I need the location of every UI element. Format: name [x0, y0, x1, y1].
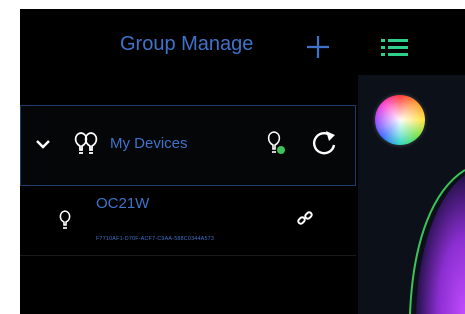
refresh-icon[interactable]	[310, 129, 338, 157]
page-title: Group Manage	[120, 33, 254, 55]
color-wheel[interactable]	[375, 95, 425, 145]
device-id: F7710AF1-D70F-ACF7-C9AA-588C0344A573	[96, 236, 215, 242]
group-label: My Devices	[110, 135, 188, 152]
group-row-my-devices[interactable]: My Devices	[20, 105, 356, 186]
bulbs-icon	[74, 132, 98, 154]
device-name: OC21W	[96, 195, 150, 212]
bulb-icon	[59, 210, 71, 229]
link-icon[interactable]	[297, 210, 313, 226]
light-preview-panel	[358, 75, 465, 314]
chevron-down-icon[interactable]	[35, 138, 51, 150]
list-icon[interactable]	[380, 36, 410, 60]
header: Group Manage	[20, 9, 465, 75]
bulb-status-icon[interactable]	[265, 130, 287, 158]
plus-icon[interactable]	[305, 34, 331, 60]
app-screen: Group Manage My Devices OC21W F7710AF1-D…	[20, 9, 465, 314]
device-row-oc21w[interactable]: OC21W F7710AF1-D70F-ACF7-C9AA-588C0344A5…	[20, 186, 356, 256]
